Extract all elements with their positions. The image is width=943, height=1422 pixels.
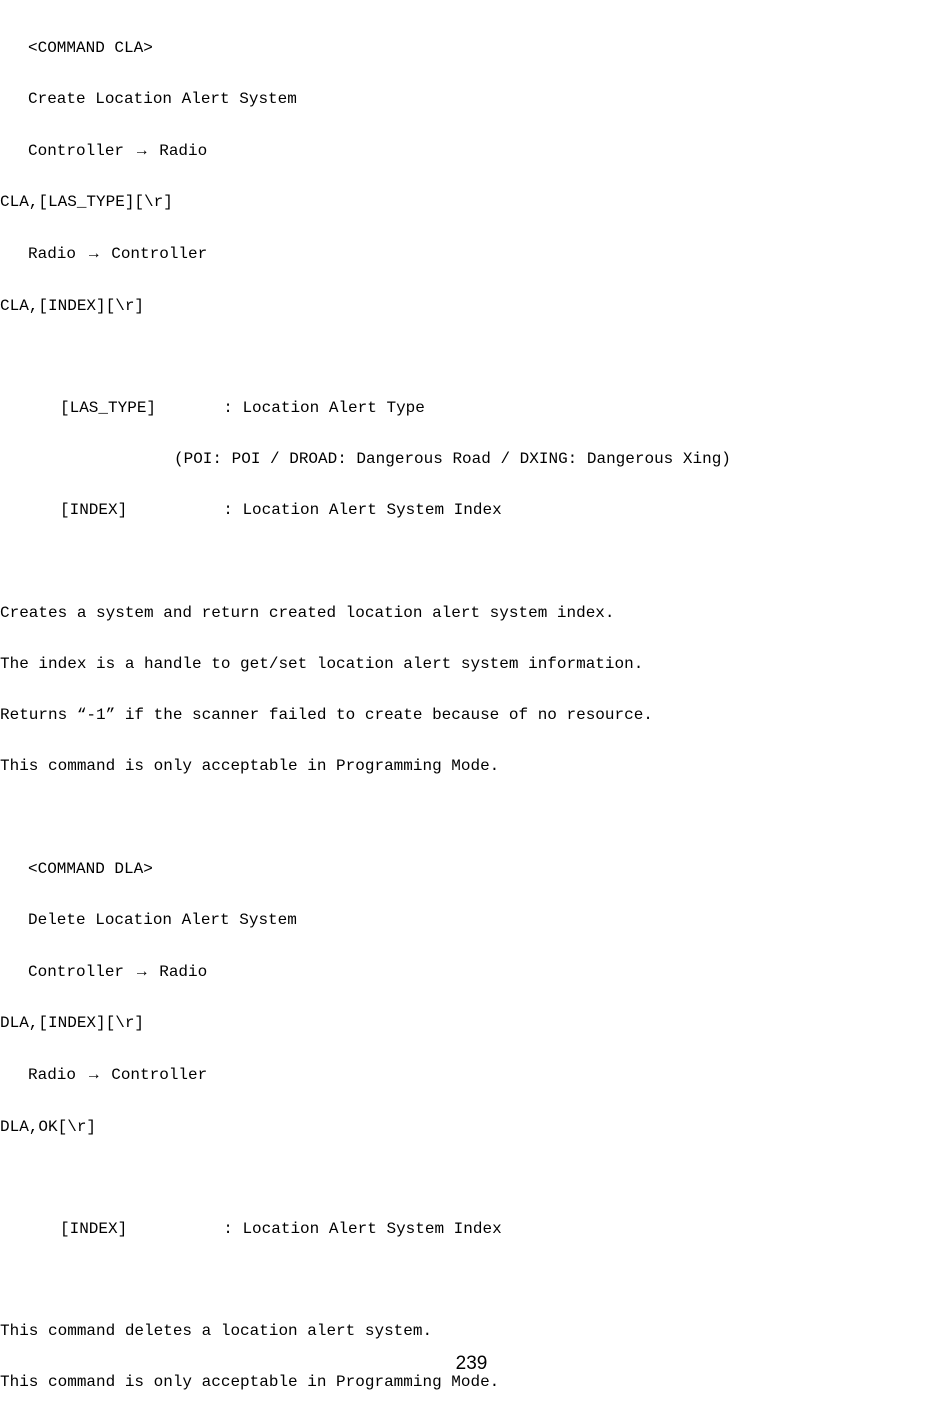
dla-param1: [INDEX] : Location Alert System Index [0, 1217, 943, 1243]
cla-desc1: Creates a system and return created loca… [0, 601, 943, 627]
cla-desc2: The index is a handle to get/set locatio… [0, 652, 943, 678]
arrow-icon: → [134, 963, 150, 980]
arrow-icon: → [134, 142, 150, 159]
cla-param1: [LAS_TYPE] : Location Alert Type [0, 396, 943, 422]
dla-c2r-label: Controller → Radio [0, 959, 943, 986]
cla-desc4: This command is only acceptable in Progr… [0, 754, 943, 780]
dla-title: Delete Location Alert System [0, 908, 943, 934]
cla-r2c-label: Radio → Controller [0, 241, 943, 268]
dla-r2c-label: Radio → Controller [0, 1062, 943, 1089]
arrow-icon: → [86, 1066, 102, 1083]
cla-title: Create Location Alert System [0, 87, 943, 113]
cla-c2r-syntax: CLA,[LAS_TYPE][\r] [0, 190, 943, 216]
cla-desc3: Returns “-1” if the scanner failed to cr… [0, 703, 943, 729]
page-number: 239 [0, 1349, 943, 1379]
dla-r2c-syntax: DLA,OK[\r] [0, 1115, 943, 1141]
arrow-icon: → [86, 245, 102, 262]
cla-r2c-syntax: CLA,[INDEX][\r] [0, 294, 943, 320]
cla-param1-values: (POI: POI / DROAD: Dangerous Road / DXIN… [0, 447, 943, 473]
dla-header: <COMMAND DLA> [0, 857, 943, 883]
cla-c2r-label: Controller → Radio [0, 138, 943, 165]
dla-c2r-syntax: DLA,[INDEX][\r] [0, 1011, 943, 1037]
document-body: <COMMAND CLA> Create Location Alert Syst… [0, 0, 943, 1422]
cla-header: <COMMAND CLA> [0, 36, 943, 62]
dla-desc1: This command deletes a location alert sy… [0, 1319, 943, 1345]
cla-param2: [INDEX] : Location Alert System Index [0, 498, 943, 524]
